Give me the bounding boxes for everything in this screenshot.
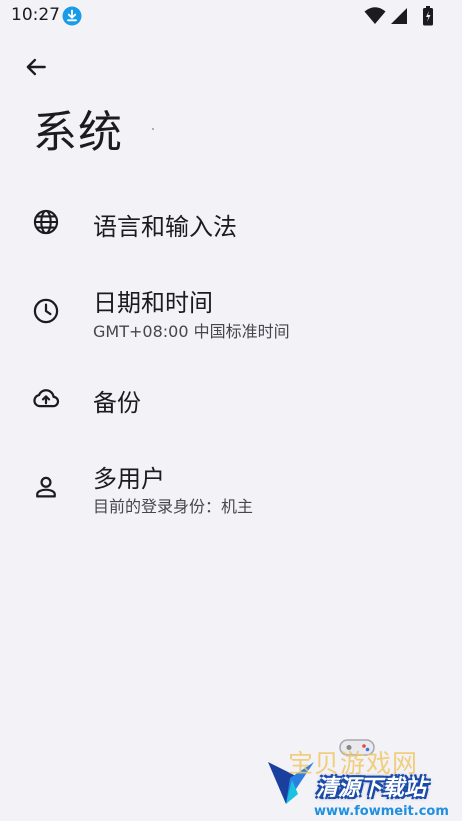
menu-item-title: 备份 <box>93 389 141 417</box>
menu-item-multiple-users[interactable]: 多用户 目前的登录身份：机主 <box>0 448 462 524</box>
status-time: 10:27 <box>11 5 60 25</box>
watermark: 宝贝游戏网 清源下载站 www.fowmeit.com <box>266 736 462 821</box>
clock-icon <box>33 298 59 324</box>
menu-item-date-time[interactable]: 日期和时间 GMT+08:00 中国标准时间 <box>0 272 462 348</box>
menu-item-subtitle: 目前的登录身份：机主 <box>93 497 254 516</box>
title-dot <box>152 128 154 130</box>
back-button[interactable] <box>14 47 58 87</box>
person-icon <box>36 476 56 498</box>
download-indicator-icon <box>62 6 82 26</box>
watermark-url: www.fowmeit.com <box>314 804 449 819</box>
page-title: 系统 <box>33 107 123 158</box>
watermark-main-text: 清源下载站 <box>316 776 427 801</box>
arrow-back-icon <box>26 58 46 76</box>
menu-item-title: 语言和输入法 <box>93 213 237 241</box>
menu-item-subtitle: GMT+08:00 中国标准时间 <box>93 322 290 341</box>
cellular-signal-icon <box>391 8 407 24</box>
wifi-icon <box>364 7 386 24</box>
menu-item-title: 多用户 <box>93 465 165 493</box>
battery-icon <box>423 6 433 26</box>
menu-item-language-input[interactable]: 语言和输入法 <box>0 186 462 258</box>
menu-item-title: 日期和时间 <box>93 289 213 317</box>
status-bar: 10:27 <box>0 0 462 32</box>
menu-item-backup[interactable]: 备份 <box>0 362 462 434</box>
cloud-upload-icon <box>33 389 60 408</box>
globe-icon <box>33 209 59 235</box>
